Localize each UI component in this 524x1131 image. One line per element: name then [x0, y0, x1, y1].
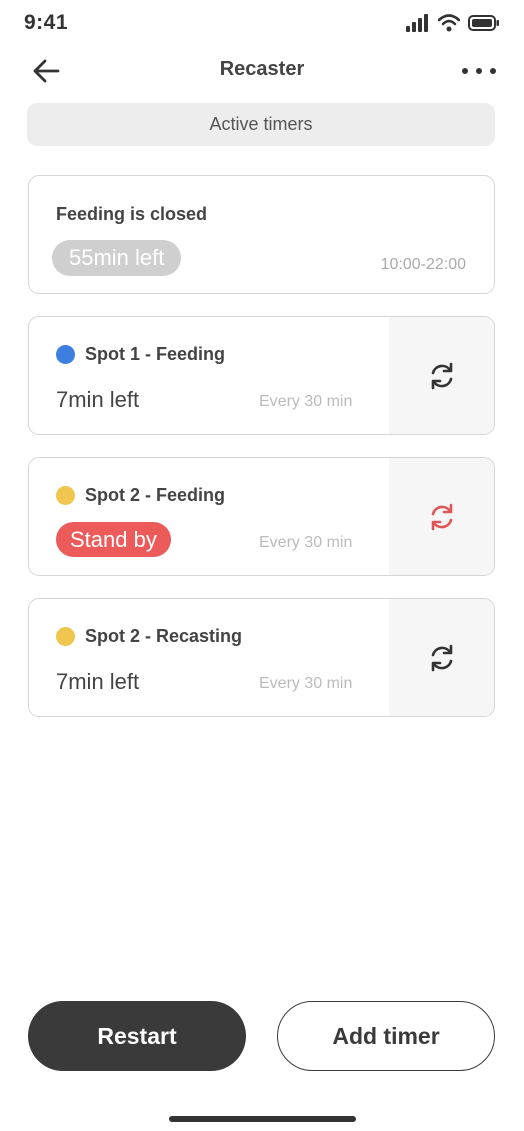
refresh-button[interactable]: [389, 599, 494, 716]
timer-card[interactable]: Spot 1 - Feeding 7min left Every 30 min: [28, 316, 495, 435]
card-title: Spot 1 - Feeding: [56, 344, 225, 365]
card-title: Spot 2 - Feeding: [56, 485, 225, 506]
time-left-badge: 55min left: [52, 240, 182, 276]
time-left-text: 7min left: [56, 387, 140, 412]
nav-bar: Recaster: [0, 50, 524, 90]
card-title: Spot 2 - Recasting: [56, 626, 242, 647]
home-indicator: [169, 1116, 356, 1122]
phone-screen: 9:41 Recaster Active timers Feeding is c…: [0, 0, 524, 1131]
card-title: Feeding is closed: [56, 204, 207, 225]
restart-button[interactable]: Restart: [28, 1001, 246, 1071]
timer-card[interactable]: Spot 2 - Recasting 7min left Every 30 mi…: [28, 598, 495, 717]
status-time: 9:41: [24, 11, 69, 34]
status-icons: [406, 14, 500, 32]
add-timer-button[interactable]: Add timer: [277, 1001, 495, 1071]
card-title-text: Spot 1 - Feeding: [85, 344, 226, 364]
more-dot: [490, 68, 496, 74]
interval-text: Every 30 min: [259, 393, 353, 410]
wifi-icon: [438, 14, 460, 32]
standby-badge: Stand by: [56, 522, 171, 557]
status-dot: [56, 627, 75, 646]
timer-card[interactable]: Spot 2 - Feeding Stand by Every 30 min: [28, 457, 495, 576]
status-dot: [56, 486, 75, 505]
more-dot: [476, 68, 482, 74]
more-dot: [462, 68, 468, 74]
feeding-closed-card: Feeding is closed 55min left 10:00-22:00: [28, 175, 495, 294]
status-bar: 9:41: [0, 0, 524, 50]
refresh-icon: [431, 644, 452, 671]
interval-text: Every 30 min: [259, 534, 353, 551]
status-dot: [56, 345, 75, 364]
card-title-text: Spot 2 - Feeding: [85, 485, 226, 505]
time-left-text: 7min left: [56, 669, 140, 694]
card-title-text: Spot 2 - Recasting: [85, 626, 243, 646]
active-timers-header: Active timers: [27, 103, 495, 146]
signal-icon: [406, 14, 428, 32]
refresh-icon: [431, 362, 452, 389]
refresh-button[interactable]: [389, 317, 494, 434]
refresh-button[interactable]: [389, 458, 494, 575]
page-title: Recaster: [219, 58, 305, 80]
card-title-text: Feeding is closed: [56, 204, 208, 224]
refresh-icon: [431, 503, 452, 530]
feeding-hours: 10:00-22:00: [380, 256, 466, 273]
more-button[interactable]: [462, 58, 496, 84]
battery-icon: [468, 15, 499, 31]
interval-text: Every 30 min: [259, 675, 353, 692]
